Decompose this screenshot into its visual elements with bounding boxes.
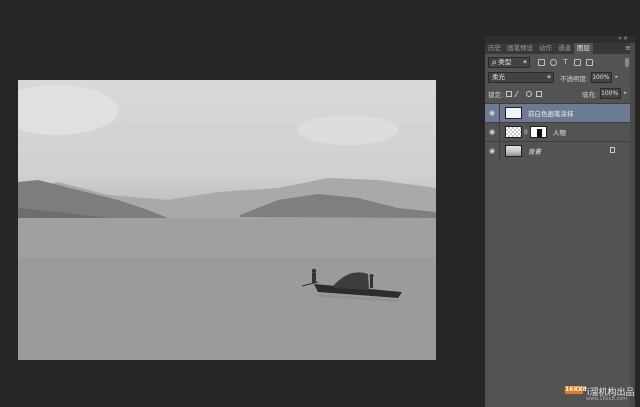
panel-header: »× [485, 35, 635, 43]
layer-thumbnail[interactable] [505, 145, 522, 157]
blend-mode-value: 柔光 [492, 73, 505, 81]
chevron-down-icon: ◆ [523, 59, 527, 65]
fill-dropdown-icon[interactable]: ▸ [622, 89, 629, 98]
tab-history[interactable]: 历史 [485, 43, 504, 54]
filter-toggle[interactable] [625, 58, 629, 67]
lock-row: 锁定: 填充: 100% ▸ [485, 87, 635, 100]
tab-brush-presets[interactable]: 画笔预设 [504, 43, 536, 54]
layer-mask-thumbnail[interactable] [529, 126, 547, 138]
layer-name[interactable]: 人物 [553, 127, 566, 137]
lake-photo-scene [18, 85, 436, 360]
layer-row-background[interactable]: ◉ 背景 [485, 141, 635, 160]
opacity-label: 不透明度: [560, 74, 589, 83]
tab-channels[interactable]: 通道 [555, 43, 574, 54]
panel-tab-bar: 历史 画笔预设 动作 通道 图层 [485, 43, 635, 54]
layer-thumbnail[interactable] [505, 107, 522, 119]
document-image[interactable] [18, 80, 436, 360]
double-chevron-icon[interactable]: »× [618, 35, 629, 42]
layer-row-person[interactable]: ◉ 8 人物 [485, 122, 635, 141]
divider [499, 104, 500, 122]
lock-icons [506, 90, 543, 97]
layer-name[interactable]: 前白色画笔涂抹 [528, 108, 574, 118]
layer-thumbnail[interactable] [505, 126, 522, 138]
layer-name[interactable]: 背景 [528, 146, 541, 156]
watermark-url: www.16xx8.com [586, 396, 628, 402]
watermark: 16XX8 i溜机构出品 www.16xx8.com [562, 385, 640, 405]
lock-label: 锁定: [488, 90, 504, 99]
lock-position-icon[interactable] [526, 90, 533, 97]
fill-label: 填充: [581, 90, 597, 99]
lock-transparency-icon[interactable] [506, 90, 513, 97]
lock-all-icon[interactable] [536, 90, 543, 97]
divider [499, 142, 500, 160]
panel-scrollbar[interactable] [630, 36, 635, 407]
filter-kind-select[interactable]: ρ 类型 ◆ [488, 57, 530, 68]
layers-panel: 历史 画笔预设 动作 通道 图层 ≡ ρ 类型 ◆ T 柔光 ◆ 不透明度: 1… [485, 36, 635, 407]
watermark-logo: 16XX8 [565, 386, 587, 394]
eye-icon[interactable]: ◉ [485, 147, 499, 155]
tab-layers[interactable]: 图层 [574, 43, 593, 54]
filter-type-icon[interactable]: T [562, 59, 569, 66]
filter-smart-object-icon[interactable] [586, 59, 593, 66]
document-canvas-area[interactable] [0, 0, 484, 407]
opacity-dropdown-icon[interactable]: ▸ [613, 73, 620, 82]
lock-brush-icon[interactable] [514, 90, 524, 97]
blend-row: 柔光 ◆ 不透明度: 100% ▸ [485, 71, 635, 84]
filter-icons: T [538, 59, 593, 66]
tab-actions[interactable]: 动作 [536, 43, 555, 54]
eye-icon[interactable]: ◉ [485, 109, 499, 117]
filter-adjustment-icon[interactable] [550, 59, 557, 66]
filter-pixel-icon[interactable] [538, 59, 545, 66]
layer-filter-row: ρ 类型 ◆ T [485, 56, 635, 69]
chevron-down-icon: ◆ [547, 74, 551, 80]
opacity-input[interactable]: 100% [591, 72, 613, 83]
filter-kind-label: ρ 类型 [492, 58, 512, 66]
fill-input[interactable]: 100% [600, 88, 621, 99]
layers-list: ◉ 前白色画笔涂抹 ◉ 8 人物 ◉ 背景 [485, 103, 635, 160]
filter-shape-icon[interactable] [574, 59, 581, 66]
divider [499, 123, 500, 141]
eye-icon[interactable]: ◉ [485, 128, 499, 136]
layer-row-brush[interactable]: ◉ 前白色画笔涂抹 [485, 103, 635, 122]
blend-mode-select[interactable]: 柔光 ◆ [488, 72, 554, 83]
lock-icon [610, 147, 615, 153]
link-icon[interactable]: 8 [524, 129, 528, 136]
